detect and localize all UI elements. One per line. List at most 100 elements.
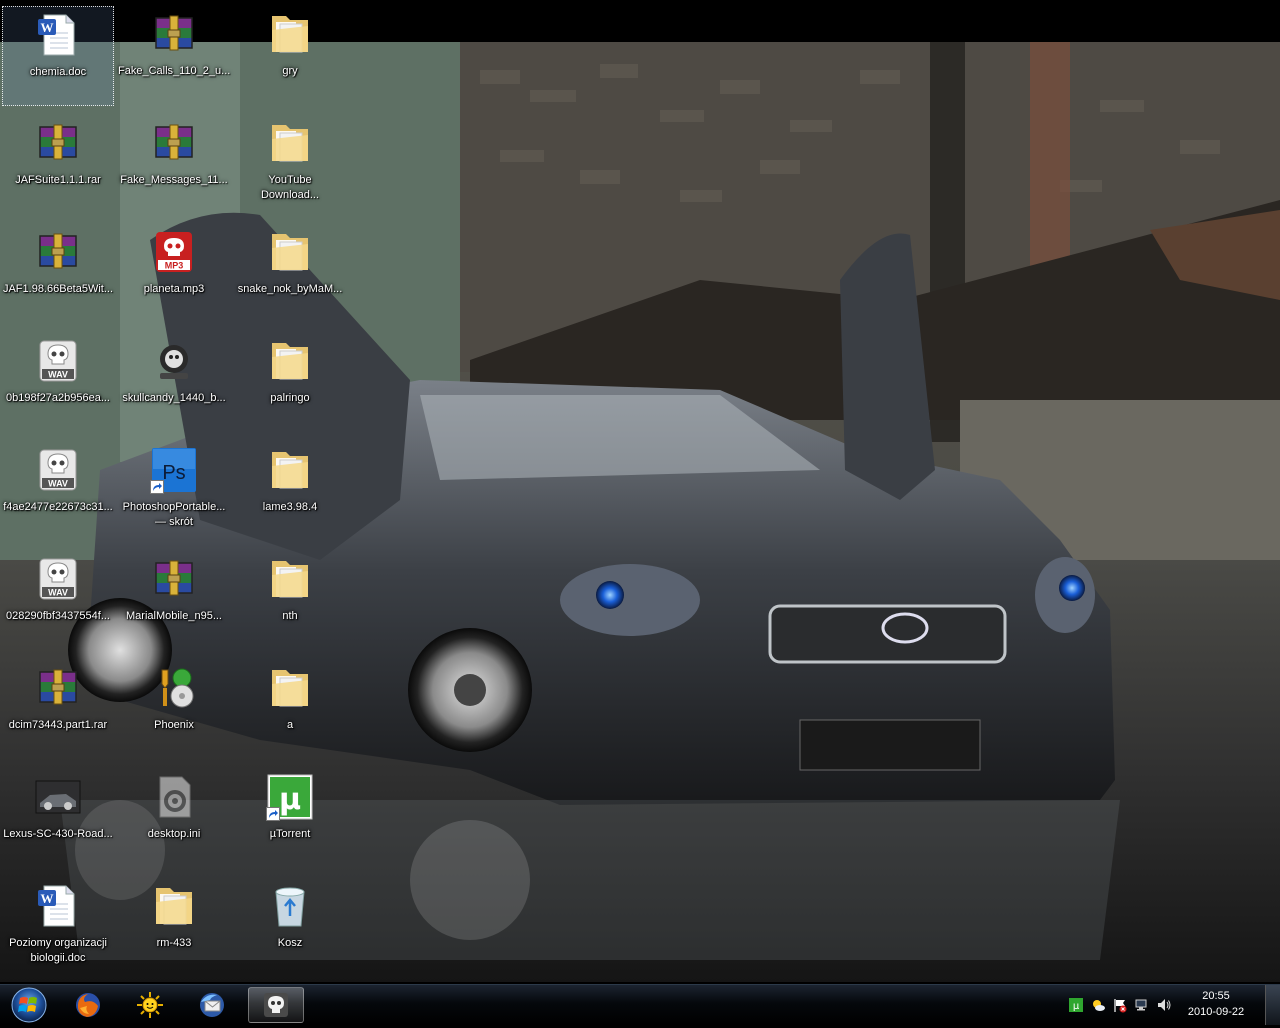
desktop-icon-label: dcim73443.part1.rar [8, 719, 108, 731]
desktop-icon[interactable]: JAFSuite1.1.1.rar [2, 115, 114, 215]
desktop-icon[interactable]: snake_nok_byMaM... [234, 224, 346, 324]
wav-file-icon: WAV [34, 446, 82, 494]
desktop-icon-label: rm-433 [156, 937, 192, 949]
svg-text:WAV: WAV [48, 588, 68, 598]
desktop-icon-label: MarialMobile_n95... [126, 610, 222, 622]
desktop-icon[interactable]: desktop.ini [118, 769, 230, 869]
desktop-icon-label: PhotoshopPortable... — skrót [122, 501, 226, 528]
clock-time[interactable]: 20:55 [1186, 990, 1246, 1002]
weather-tray-icon[interactable] [1090, 997, 1106, 1013]
svg-text:µ: µ [279, 782, 301, 817]
photoshop-icon: Ps [150, 446, 198, 494]
flag-tray-icon[interactable] [1112, 997, 1128, 1013]
desktop-icon[interactable]: Wchemia.doc [2, 6, 114, 106]
desktop-icon[interactable]: JAF1.98.66Beta5Wit... [2, 224, 114, 324]
utorrent-icon: µ [266, 773, 314, 821]
desktop-icon[interactable]: MarialMobile_n95... [118, 551, 230, 651]
clock-date[interactable]: 2010-09-22 [1186, 1006, 1246, 1018]
desktop-icon[interactable]: dcim73443.part1.rar [2, 660, 114, 760]
desktop-icon-label: palringo [270, 392, 310, 404]
svg-text:WAV: WAV [48, 370, 68, 380]
desktop-icon-label: desktop.ini [147, 828, 201, 840]
folder-icon [266, 446, 314, 494]
desktop-icon[interactable]: lame3.98.4 [234, 442, 346, 542]
desktop-icon[interactable]: palringo [234, 333, 346, 433]
volume-tray-icon[interactable] [1156, 997, 1172, 1013]
firefox-icon [76, 993, 100, 1017]
desktop-icon-label: 028290fbf3437554f... [6, 610, 110, 622]
desktop-icon-label: YouTube Download... [260, 174, 320, 201]
winrar-archive-icon [34, 119, 82, 167]
desktop-icon-label: Lexus-SC-430-Road... [3, 828, 113, 840]
desktop-icon[interactable]: Ps PhotoshopPortable... — skrót [118, 442, 230, 542]
word-document-icon: W [34, 11, 82, 59]
thunderbird-icon [200, 993, 224, 1017]
desktop-icon-label: gry [282, 65, 298, 77]
desktop-icon-label: f4ae2477e22673c31... [3, 501, 113, 513]
folder-icon [266, 337, 314, 385]
desktop-icon-label: chemia.doc [29, 66, 87, 78]
desktop-icon[interactable]: Fake_Calls_110_2_u... [118, 6, 230, 106]
windows-orb-icon [11, 987, 47, 1023]
folder-icon [266, 664, 314, 712]
desktop-icon-label: Phoenix [154, 719, 194, 731]
desktop-icon[interactable]: Phoenix [118, 660, 230, 760]
desktop-icon-label: Kosz [277, 937, 303, 949]
desktop-icon[interactable]: Fake_Messages_11... [118, 115, 230, 215]
desktop-icon[interactable]: skullcandy_1440_b... [118, 333, 230, 433]
taskbar-skull-media-button[interactable] [248, 987, 304, 1023]
svg-text:W: W [41, 20, 54, 35]
winrar-archive-icon [34, 228, 82, 276]
winrar-archive-icon [150, 555, 198, 603]
word-document-icon: W [34, 882, 82, 930]
desktop-icon[interactable]: YouTube Download... [234, 115, 346, 215]
show-desktop-button[interactable] [1265, 985, 1280, 1025]
folder-icon [266, 10, 314, 58]
sun-icon [137, 992, 163, 1018]
svg-text:W: W [41, 891, 54, 906]
shortcut-arrow-icon [150, 480, 164, 494]
desktop-icon[interactable]: nth [234, 551, 346, 651]
taskbar-thunderbird-button[interactable] [184, 987, 240, 1023]
desktop-icon-label: µTorrent [269, 828, 311, 840]
desktop-icon[interactable]: WAV 028290fbf3437554f... [2, 551, 114, 651]
skull-media-icon [264, 993, 288, 1017]
desktop-icon[interactable]: a [234, 660, 346, 760]
desktop-icon[interactable]: W Poziomy organizacji biologii.doc [2, 878, 114, 978]
taskbar-firefox-button[interactable] [60, 987, 116, 1023]
desktop-icon[interactable]: gry [234, 6, 346, 106]
desktop-icon-label: 0b198f27a2b956ea... [6, 392, 110, 404]
taskbar: µ 20:55 2010-09-22 [0, 984, 1280, 1025]
system-tray: µ 20:55 2010-09-22 [1058, 985, 1280, 1025]
winrar-archive-icon [150, 119, 198, 167]
utorrent-tray-icon[interactable]: µ [1068, 997, 1084, 1013]
network-tray-icon[interactable] [1134, 997, 1150, 1013]
desktop-icon[interactable]: Kosz [234, 878, 346, 978]
wav-file-icon: WAV [34, 555, 82, 603]
desktop-icon-label: snake_nok_byMaM... [237, 283, 343, 295]
winrar-archive-icon [150, 10, 198, 58]
desktop-icon-label: JAF1.98.66Beta5Wit... [2, 283, 114, 295]
desktop-icon[interactable]: WAV f4ae2477e22673c31... [2, 442, 114, 542]
folder-icon [150, 882, 198, 930]
image-thumbnail-icon [34, 773, 82, 821]
desktop-icon-label: planeta.mp3 [143, 283, 205, 295]
desktop-icon[interactable]: rm-433 [118, 878, 230, 978]
desktop-icon-label: JAFSuite1.1.1.rar [15, 174, 101, 186]
desktop-icon-label: a [286, 719, 294, 731]
desktop-icon-label: Fake_Messages_11... [120, 174, 228, 186]
desktop-icon-label: nth [282, 610, 298, 622]
image-file-icon [150, 337, 198, 385]
settings-file-icon [150, 773, 198, 821]
start-button[interactable] [4, 985, 54, 1025]
desktop-icon[interactable]: µ µTorrent [234, 769, 346, 869]
desktop-icon[interactable]: WAV 0b198f27a2b956ea... [2, 333, 114, 433]
folder-icon [266, 119, 314, 167]
svg-text:MP3: MP3 [165, 261, 184, 271]
folder-icon [266, 228, 314, 276]
mp3-file-icon: MP3 [150, 228, 198, 276]
desktop-icon[interactable]: MP3 planeta.mp3 [118, 224, 230, 324]
desktop-icon[interactable]: Lexus-SC-430-Road... [2, 769, 114, 869]
taskbar-sun-app-button[interactable] [122, 987, 178, 1023]
desktop-icon-label: Fake_Calls_110_2_u... [118, 65, 231, 77]
